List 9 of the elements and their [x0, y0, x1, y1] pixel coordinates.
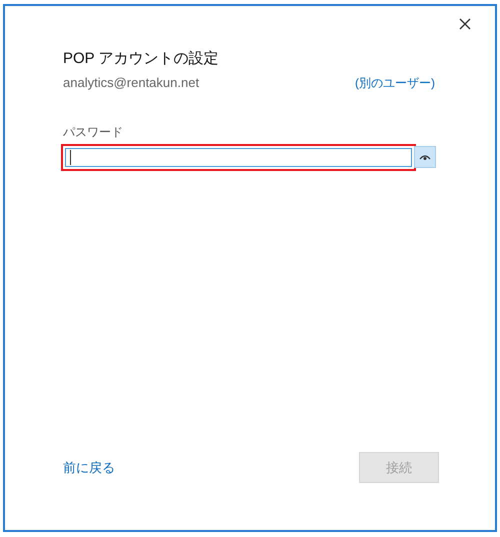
password-field[interactable]	[61, 144, 416, 170]
back-link[interactable]: 前に戻る	[63, 458, 115, 478]
eye-icon	[419, 154, 431, 160]
switch-user-link[interactable]: (別のユーザー)	[355, 74, 435, 92]
close-icon[interactable]	[457, 16, 473, 32]
password-label: パスワード	[63, 124, 124, 140]
show-password-button[interactable]	[414, 146, 436, 168]
account-email: analytics@rentakun.net	[63, 74, 200, 92]
dialog-title: POP アカウントの設定	[63, 49, 220, 69]
